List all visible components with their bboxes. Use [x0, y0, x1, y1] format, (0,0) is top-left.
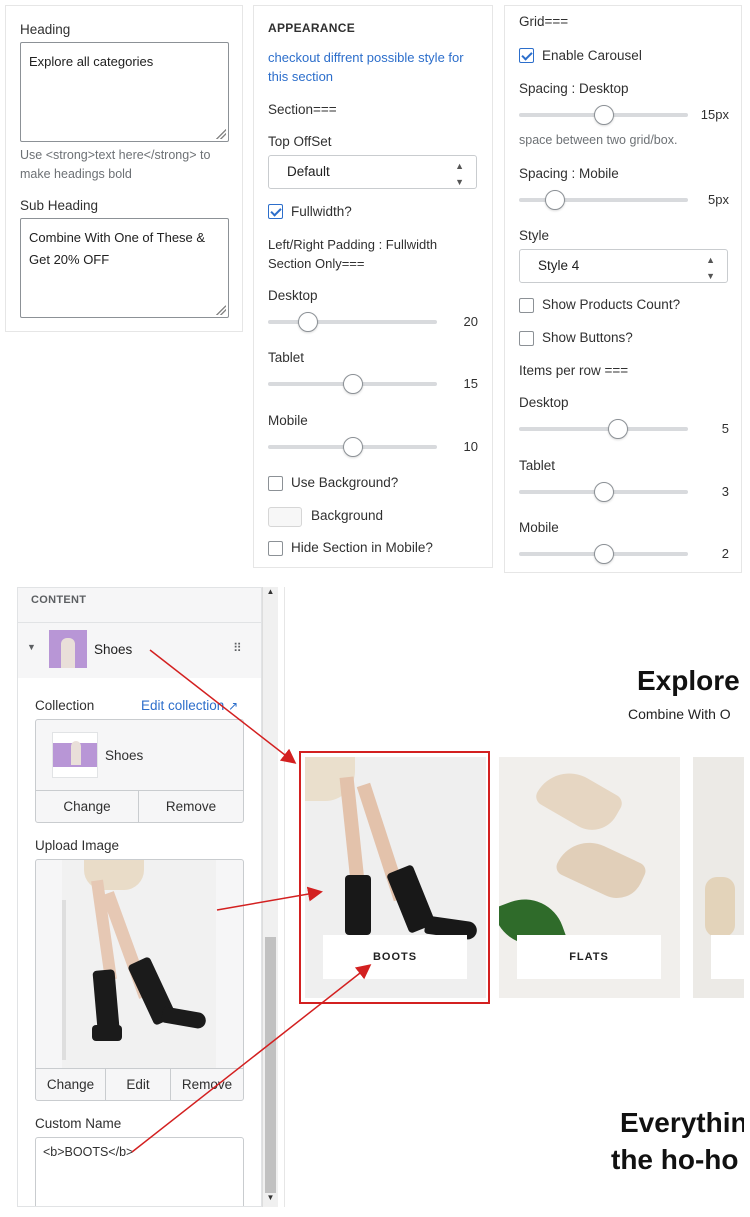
annotation-arrows — [131, 649, 372, 1153]
arrow-collection-to-tile — [149, 649, 297, 764]
arrow-name-to-label — [131, 964, 372, 1153]
arrow-image-to-tile — [216, 886, 323, 911]
